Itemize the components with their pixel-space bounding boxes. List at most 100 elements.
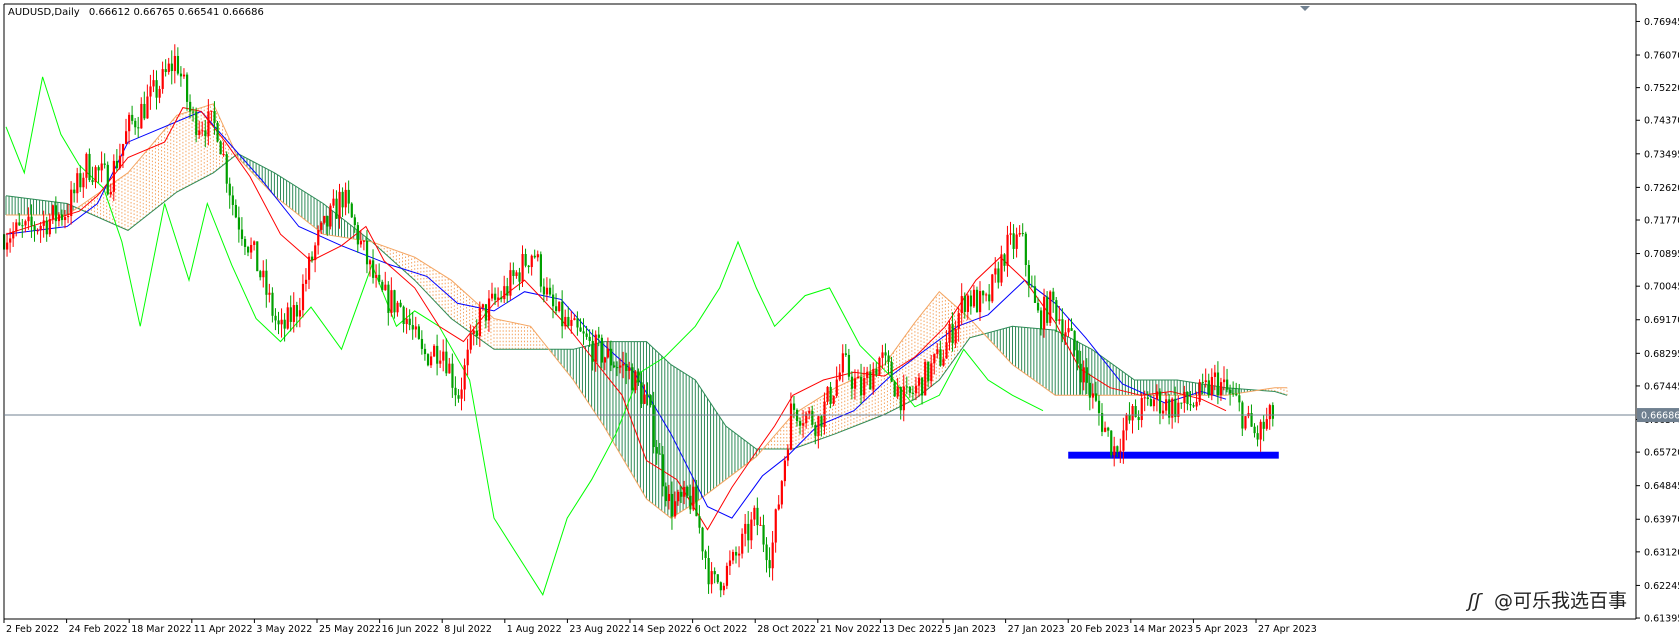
y-tick-label: 0.62245 xyxy=(1644,581,1679,592)
candle-body xyxy=(613,365,616,368)
candle-body xyxy=(12,231,15,239)
candle-body xyxy=(362,240,366,242)
candle-body xyxy=(457,395,460,399)
candle-body xyxy=(914,385,918,394)
y-tick-label: 0.72620 xyxy=(1644,183,1679,194)
y-tick-label: 0.70045 xyxy=(1644,282,1679,293)
candle-body xyxy=(774,509,777,543)
candle-body xyxy=(280,319,283,325)
candle-body xyxy=(112,160,115,192)
candle-body xyxy=(896,386,899,397)
candle-body xyxy=(539,254,542,287)
x-tick-label: 20 Feb 2023 xyxy=(1070,624,1129,635)
candle-body xyxy=(957,313,960,329)
candle-body xyxy=(198,130,201,135)
candle-body xyxy=(646,394,649,396)
candle-body xyxy=(375,274,378,278)
candle-body xyxy=(860,376,863,396)
candle-body xyxy=(683,486,686,497)
candle-body xyxy=(548,287,552,295)
candle-body xyxy=(936,349,939,354)
candle-body xyxy=(799,421,802,426)
candle-body xyxy=(637,371,640,383)
candle-body xyxy=(1155,391,1159,400)
candle-body xyxy=(982,290,985,296)
candle-body xyxy=(680,491,683,497)
candle-body xyxy=(603,357,607,363)
candle-body xyxy=(237,217,241,230)
candle-body xyxy=(115,160,119,169)
candle-body xyxy=(475,330,478,337)
candle-body xyxy=(176,55,180,74)
current-price-label: 0.66686 xyxy=(1641,411,1679,422)
candle-body xyxy=(21,225,24,227)
candle-body xyxy=(570,319,573,326)
candle-body xyxy=(728,560,732,566)
candle-body xyxy=(881,352,884,358)
candle-body xyxy=(814,424,817,436)
candle-body xyxy=(567,316,570,326)
candle-body xyxy=(240,229,244,239)
candle-body xyxy=(744,523,747,534)
candle-body xyxy=(1113,446,1116,456)
candle-body xyxy=(1204,380,1207,382)
candle-body xyxy=(155,80,158,98)
candle-body xyxy=(353,217,356,226)
candle-body xyxy=(152,80,155,87)
candle-body xyxy=(186,74,189,102)
candle-body xyxy=(1140,398,1143,421)
candle-body xyxy=(817,416,820,436)
candle-body xyxy=(442,351,445,361)
candle-body xyxy=(405,318,408,325)
candle-body xyxy=(210,110,213,112)
candle-body xyxy=(402,306,405,325)
x-tick-label: 28 Oct 2022 xyxy=(757,624,816,635)
candle-body xyxy=(1000,254,1003,283)
candle-body xyxy=(512,270,515,276)
candle-body xyxy=(777,504,780,510)
x-tick-label: 27 Jan 2023 xyxy=(1008,624,1065,635)
candle-body xyxy=(27,216,30,222)
candle-body xyxy=(332,198,335,206)
candle-body xyxy=(1229,389,1232,394)
candle-body xyxy=(1021,233,1024,235)
candle-body xyxy=(268,292,271,295)
candle-body xyxy=(134,120,137,128)
y-tick-label: 0.75220 xyxy=(1644,83,1679,94)
candle-body xyxy=(451,363,454,388)
x-tick-label: 27 Apr 2023 xyxy=(1258,624,1317,635)
candle-body xyxy=(320,222,323,230)
candle-body xyxy=(872,368,875,390)
candle-body xyxy=(594,334,597,362)
candle-body xyxy=(503,286,506,300)
candle-body xyxy=(140,103,143,129)
symbol-timeframe: AUDUSD,Daily xyxy=(8,7,80,18)
candle-body xyxy=(1256,433,1259,440)
candle-body xyxy=(664,486,668,502)
candle-body xyxy=(991,274,994,302)
candle-body xyxy=(735,551,738,556)
x-tick-label: 5 Apr 2023 xyxy=(1195,624,1248,635)
candle-body xyxy=(765,544,768,561)
candle-body xyxy=(573,318,576,320)
candle-body xyxy=(1085,367,1088,383)
candle-body xyxy=(469,333,472,350)
candle-body xyxy=(1027,265,1030,286)
candle-body xyxy=(698,516,701,528)
candle-body xyxy=(1186,391,1189,405)
candle-body xyxy=(1036,302,1040,311)
candle-body xyxy=(231,195,234,205)
candle-body xyxy=(1244,416,1247,429)
price-chart[interactable]: 0.76945 0.76070 0.75220 0.74370 0.73495 0.726… xyxy=(0,0,1679,641)
candle-body xyxy=(1253,426,1256,434)
candle-body xyxy=(201,130,204,132)
candle-body xyxy=(204,130,207,137)
candle-body xyxy=(1097,400,1101,414)
candle-body xyxy=(213,110,216,123)
candle-body xyxy=(445,351,448,374)
candle-body xyxy=(94,167,97,183)
candle-body xyxy=(195,111,198,135)
candle-body xyxy=(530,255,533,268)
candle-body xyxy=(875,368,878,375)
candle-body xyxy=(500,297,503,300)
